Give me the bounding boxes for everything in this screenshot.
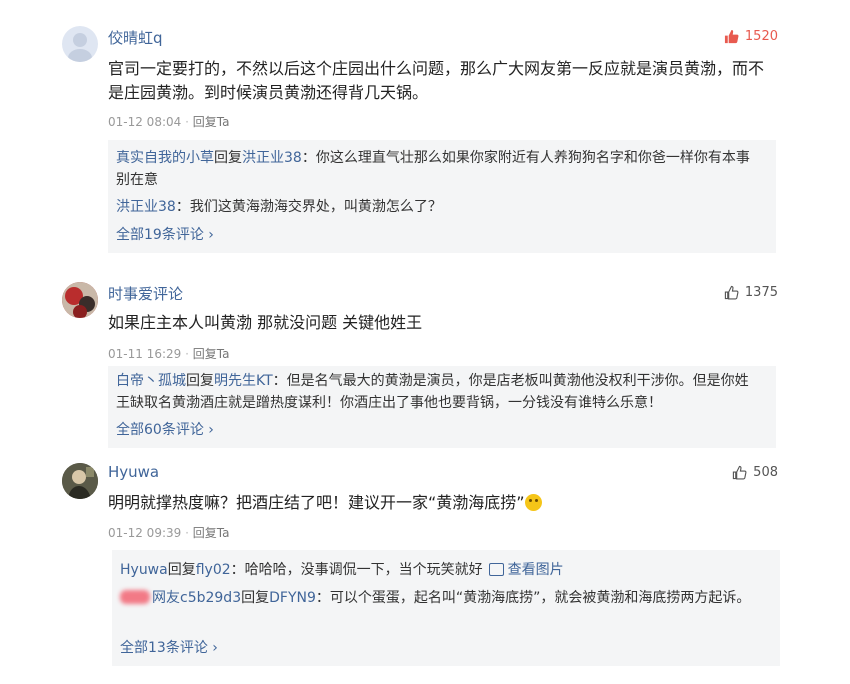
reply-text: ：我们这黄海渤海交界处，叫黄渤怎么了？ [175,199,442,215]
reply-link[interactable]: 回复Ta [193,115,230,129]
avatar[interactable] [62,282,98,318]
blurred-avatar [120,590,150,604]
reply-word: 回复 [167,562,196,578]
reply-target-user[interactable]: fly02 [196,562,231,578]
comment-meta: 01-12 08:04 · 回复Ta [108,115,230,129]
reply-user[interactable]: Hyuwa [120,562,168,578]
reply-target-user[interactable]: 明先生KT [214,373,273,389]
comment-time: 01-12 09:39 [108,526,182,540]
reply-line: 网友c5b29d3回复DFYN9：可以个蛋蛋，起名叫“黄渤海底捞”，就会被黄渤和… [120,587,766,609]
laughing-emoji-icon [524,494,542,511]
reply-box: Hyuwa回复fly02：哈哈哈，没事调侃一下，当个玩笑就好 查看图片 网友c5b… [112,550,780,666]
view-all-replies-link[interactable]: 全部60条评论 › [116,419,214,439]
reply-user[interactable]: 洪正业38 [116,199,176,215]
comment-time: 01-11 16:29 [108,347,182,361]
reply-text: ：哈哈哈，没事调侃一下，当个玩笑就好 [230,562,483,578]
reply-word: 回复 [241,590,270,606]
reply-target-user[interactable]: DFYN9 [269,590,316,606]
reply-link[interactable]: 回复Ta [193,347,230,361]
like-count: 1520 [744,29,778,44]
view-all-replies-link[interactable]: 全部19条评论 › [116,224,214,244]
like-button[interactable]: 1375 [724,285,778,300]
comment-time: 01-12 08:04 [108,115,182,129]
image-icon [488,563,504,576]
reply-box: 真实自我的小草回复洪正业38：你这么理直气壮那么如果你家附近有人养狗狗名字和你爸… [108,140,776,253]
username[interactable]: 时事爱评论 [108,283,183,304]
reply-user[interactable]: 网友c5b29d3 [152,590,241,606]
comment-text: 明明就撑热度嘛？把酒庄结了吧！建议开一家“黄渤海底捞” [108,491,776,515]
reply-target-user[interactable]: 洪正业38 [242,150,302,166]
reply-word: 回复 [186,373,214,389]
comment-text: 如果庄主本人叫黄渤 那就没问题 关键他姓王 [108,313,423,332]
like-count: 1375 [744,285,778,300]
like-count: 508 [753,465,778,480]
comment-text: 官司一定要打的，不然以后这个庄园出什么问题，那么广大网友第一反应就是演员黄渤，而… [108,59,765,102]
reply-word: 回复 [214,150,242,166]
reply-link[interactable]: 回复Ta [193,526,230,540]
username[interactable]: 佼晴虹q [108,27,163,48]
like-button[interactable]: 508 [732,465,778,480]
avatar[interactable] [62,463,98,499]
comment-text-body: 明明就撑热度嘛？把酒庄结了吧！建议开一家“黄渤海底捞” [108,493,525,512]
username[interactable]: Hyuwa [108,463,159,481]
reply-line: 洪正业38：我们这黄海渤海交界处，叫黄渤怎么了？ [116,196,762,218]
view-image-link[interactable]: 查看图片 [508,562,564,578]
reply-line: Hyuwa回复fly02：哈哈哈，没事调侃一下，当个玩笑就好 查看图片 [120,559,766,581]
thumbs-up-icon [733,465,747,480]
comment-meta: 01-11 16:29 · 回复Ta [108,347,230,361]
reply-line: 白帝丶孤城回复明先生KT：但是名气最大的黄渤是演员，你是店老板叫黄渤他没权利干涉… [116,370,762,414]
comment-meta: 01-12 09:39 · 回复Ta [108,526,230,540]
reply-line: 真实自我的小草回复洪正业38：你这么理直气壮那么如果你家附近有人养狗狗名字和你爸… [116,147,762,191]
like-button[interactable]: 1520 [724,29,778,44]
reply-text: ：可以个蛋蛋，起名叫“黄渤海底捞”，就会被黄渤和海底捞两方起诉。 [315,590,751,606]
thumbs-up-icon [724,29,739,44]
reply-box: 白帝丶孤城回复明先生KT：但是名气最大的黄渤是演员，你是店老板叫黄渤他没权利干涉… [108,366,776,448]
thumbs-up-icon [724,285,739,300]
view-all-replies-link[interactable]: 全部13条评论 › [120,637,218,657]
reply-user[interactable]: 白帝丶孤城 [116,373,186,389]
avatar[interactable] [62,26,98,62]
reply-user[interactable]: 真实自我的小草 [116,150,214,166]
